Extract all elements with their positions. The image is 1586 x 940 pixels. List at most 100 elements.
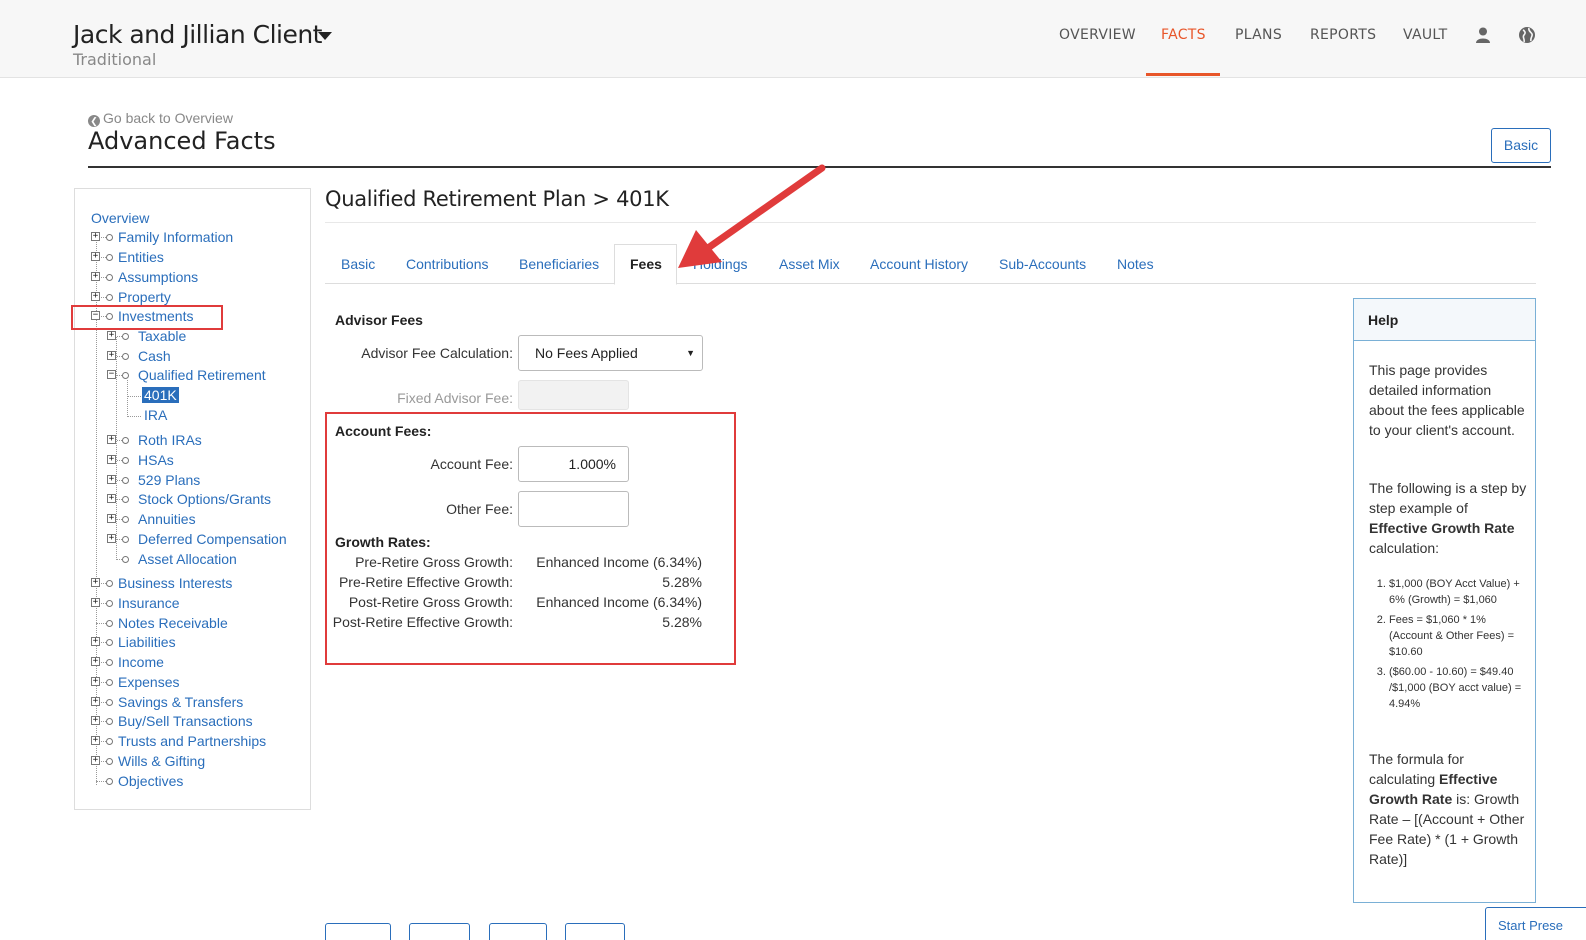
tree-item-family-information[interactable]: Family Information — [118, 229, 233, 245]
nav-facts[interactable]: FACTS — [1161, 27, 1206, 43]
user-icon[interactable] — [1474, 26, 1492, 44]
tree-node-icon — [106, 758, 113, 765]
expand-icon[interactable]: + — [91, 272, 100, 281]
tab-beneficiaries[interactable]: Beneficiaries — [519, 256, 599, 272]
tree-item-business-interests[interactable]: Business Interests — [118, 575, 232, 591]
advisor-fee-calc-select[interactable]: No Fees Applied ▼ — [518, 335, 703, 371]
client-dropdown-caret-icon[interactable] — [318, 32, 332, 40]
collapse-icon[interactable]: − — [107, 370, 116, 379]
account-fee-input[interactable]: 1.000% — [518, 446, 629, 482]
tree-item-wills-gifting[interactable]: Wills & Gifting — [118, 753, 205, 769]
tab-fees[interactable]: Fees — [630, 256, 662, 272]
expand-icon[interactable]: + — [91, 252, 100, 261]
tree-item-entities[interactable]: Entities — [118, 249, 164, 265]
expand-icon[interactable]: + — [107, 494, 116, 503]
expand-icon[interactable]: + — [91, 637, 100, 646]
tree-node-icon — [122, 333, 129, 340]
expand-icon[interactable]: + — [91, 657, 100, 666]
tree-item-liabilities[interactable]: Liabilities — [118, 634, 176, 650]
footer-button[interactable] — [489, 923, 547, 940]
tree-connector — [96, 623, 106, 624]
pre-retire-gross-label: Pre-Retire Gross Growth: — [355, 554, 513, 570]
tree-item-529-plans[interactable]: 529 Plans — [138, 472, 200, 488]
tree-item-assumptions[interactable]: Assumptions — [118, 269, 198, 285]
tree-item-asset-allocation[interactable]: Asset Allocation — [138, 551, 237, 567]
tree-node-icon — [106, 699, 113, 706]
expand-icon[interactable]: + — [91, 598, 100, 607]
expand-icon[interactable]: + — [107, 455, 116, 464]
footer-button[interactable] — [409, 923, 470, 940]
nav-reports[interactable]: REPORTS — [1310, 27, 1376, 43]
tree-item-stock-options[interactable]: Stock Options/Grants — [138, 491, 271, 507]
start-presentation-button[interactable]: Start Prese — [1485, 907, 1586, 940]
expand-icon[interactable]: + — [91, 716, 100, 725]
tabs-baseline — [325, 283, 1536, 284]
tree-item-savings-transfers[interactable]: Savings & Transfers — [118, 694, 243, 710]
help-steps-list: $1,000 (BOY Acct Value) + 6% (Growth) = … — [1389, 576, 1529, 716]
expand-icon[interactable]: + — [91, 756, 100, 765]
tab-basic[interactable]: Basic — [341, 256, 375, 272]
tree-item-taxable[interactable]: Taxable — [138, 328, 186, 344]
tree-connector — [127, 416, 141, 417]
nav-overview[interactable]: OVERVIEW — [1059, 27, 1136, 43]
tree-item-ira[interactable]: IRA — [144, 407, 167, 423]
tree-item-hsas[interactable]: HSAs — [138, 452, 174, 468]
tab-sub-accounts[interactable]: Sub-Accounts — [999, 256, 1086, 272]
expand-icon[interactable]: + — [91, 677, 100, 686]
expand-icon[interactable]: + — [107, 534, 116, 543]
client-name[interactable]: Jack and Jillian Client — [73, 20, 323, 49]
tab-account-history[interactable]: Account History — [870, 256, 968, 272]
post-retire-effective-label: Post-Retire Effective Growth: — [332, 614, 513, 630]
expand-icon[interactable]: + — [107, 475, 116, 484]
client-subtitle: Traditional — [73, 50, 157, 69]
section-title: Qualified Retirement Plan > 401K — [325, 187, 669, 211]
other-fee-input[interactable] — [518, 491, 629, 527]
expand-icon[interactable]: + — [91, 697, 100, 706]
basic-button[interactable]: Basic — [1491, 128, 1551, 163]
help-panel: Help This page provides detailed informa… — [1353, 298, 1536, 903]
tree-item-expenses[interactable]: Expenses — [118, 674, 179, 690]
expand-icon[interactable]: + — [107, 331, 116, 340]
tree-item-401k[interactable]: 401K — [142, 387, 179, 403]
footer-button[interactable] — [325, 923, 391, 940]
account-fees-heading: Account Fees: — [335, 423, 432, 439]
tree-item-income[interactable]: Income — [118, 654, 164, 670]
section-divider — [325, 222, 1536, 223]
tab-contributions[interactable]: Contributions — [406, 256, 489, 272]
tree-item-notes-receivable[interactable]: Notes Receivable — [118, 615, 228, 631]
tree-node-icon — [106, 580, 113, 587]
tree-item-property[interactable]: Property — [118, 289, 171, 305]
expand-icon[interactable]: + — [91, 292, 100, 301]
tree-node-icon — [122, 556, 129, 563]
tree-item-deferred-compensation[interactable]: Deferred Compensation — [138, 531, 287, 547]
expand-icon[interactable]: + — [91, 736, 100, 745]
expand-icon[interactable]: + — [91, 578, 100, 587]
tree-node-icon — [106, 679, 113, 686]
tree-item-qualified-retirement[interactable]: Qualified Retirement — [138, 367, 266, 383]
tab-notes[interactable]: Notes — [1117, 256, 1154, 272]
tree-item-objectives[interactable]: Objectives — [118, 773, 183, 789]
tree-node-icon — [122, 536, 129, 543]
tree-node-icon — [106, 620, 113, 627]
help-paragraph-1: This page provides detailed information … — [1369, 362, 1525, 438]
tree-item-overview[interactable]: Overview — [91, 210, 149, 226]
tree-node-icon — [106, 778, 113, 785]
globe-icon[interactable] — [1518, 26, 1536, 44]
footer-button[interactable] — [565, 923, 625, 940]
tree-item-cash[interactable]: Cash — [138, 348, 171, 364]
nav-vault[interactable]: VAULT — [1403, 27, 1447, 43]
expand-icon[interactable]: + — [107, 351, 116, 360]
tree-item-buy-sell-transactions[interactable]: Buy/Sell Transactions — [118, 713, 253, 729]
go-back-link[interactable]: ❮ Go back to Overview — [88, 110, 233, 127]
tree-item-roth-iras[interactable]: Roth IRAs — [138, 432, 202, 448]
expand-icon[interactable]: + — [107, 514, 116, 523]
expand-icon[interactable]: + — [107, 435, 116, 444]
tree-item-annuities[interactable]: Annuities — [138, 511, 196, 527]
pre-retire-effective-label: Pre-Retire Effective Growth: — [338, 574, 513, 590]
tree-item-insurance[interactable]: Insurance — [118, 595, 179, 611]
tree-node-icon — [122, 477, 129, 484]
nav-plans[interactable]: PLANS — [1235, 27, 1282, 43]
tree-item-trusts-partnerships[interactable]: Trusts and Partnerships — [118, 733, 266, 749]
expand-icon[interactable]: + — [91, 232, 100, 241]
advisor-fee-calc-label: Advisor Fee Calculation: — [361, 345, 513, 361]
